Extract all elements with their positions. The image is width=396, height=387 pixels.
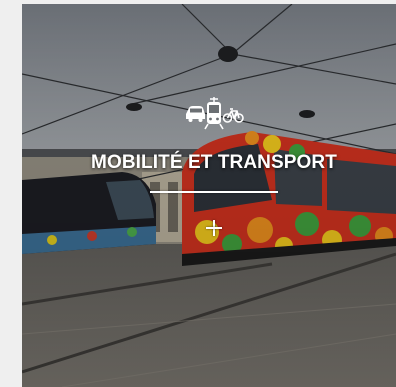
tile-title: MOBILITÉ ET TRANSPORT [91,152,337,173]
mobility-transport-tile[interactable]: MOBILITÉ ET TRANSPORT [22,4,396,387]
plus-icon[interactable] [202,216,226,240]
tile-overlay [22,4,396,387]
title-underline [150,191,278,193]
car-icon [186,106,205,122]
tram-icon [204,97,224,130]
bicycle-icon [222,108,244,123]
transport-icons [186,97,244,130]
